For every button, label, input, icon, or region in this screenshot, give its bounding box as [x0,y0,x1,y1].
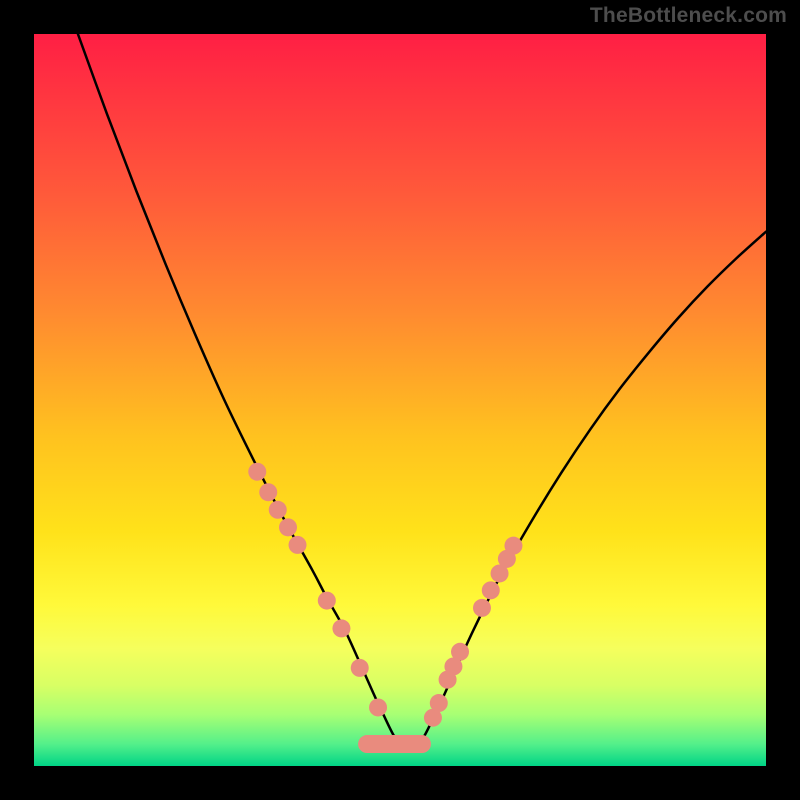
data-dot [332,619,350,637]
data-dot [351,659,369,677]
data-dot [451,643,469,661]
data-dot [248,463,266,481]
data-dot [318,592,336,610]
curve-path [78,34,766,748]
chart-svg [34,34,766,766]
curve-layer [78,34,766,748]
data-dot [504,537,522,555]
data-dot [279,518,297,536]
data-dot [269,501,287,519]
chart-frame: TheBottleneck.com [0,0,800,800]
data-dot [259,483,277,501]
data-dot [430,694,448,712]
data-dot [473,599,491,617]
plot-area [34,34,766,766]
data-dot [369,698,387,716]
data-dot [482,581,500,599]
dots-layer [248,463,522,727]
watermark-text: TheBottleneck.com [590,4,787,28]
data-dot [289,536,307,554]
